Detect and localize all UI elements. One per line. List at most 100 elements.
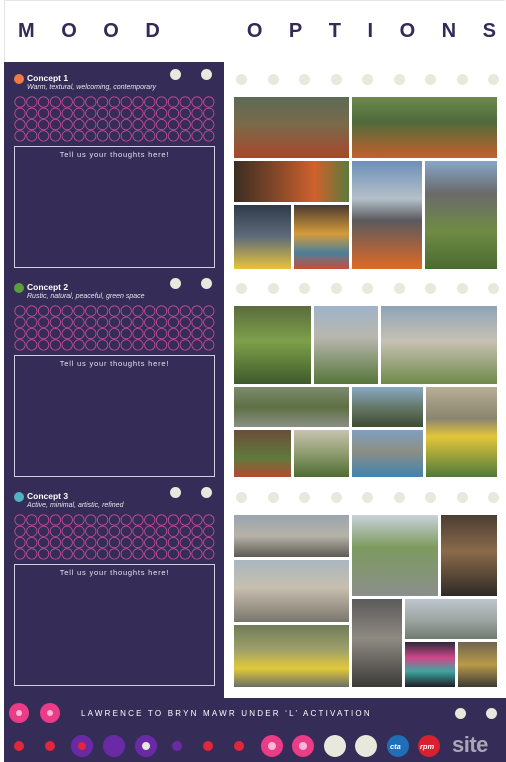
sticker-circle[interactable]: [108, 537, 121, 549]
sticker-circle[interactable]: [26, 537, 38, 549]
sticker-circle[interactable]: [144, 305, 156, 317]
sticker-circle[interactable]: [49, 548, 62, 560]
sticker-circle[interactable]: [97, 339, 109, 351]
sticker-circle[interactable]: [73, 328, 85, 340]
sticker-circle[interactable]: [179, 548, 191, 560]
sticker-circle[interactable]: [108, 119, 121, 131]
sticker-circle[interactable]: [26, 119, 38, 131]
sticker-circle[interactable]: [156, 130, 168, 142]
sticker-circle[interactable]: [14, 130, 26, 142]
sticker-circle[interactable]: [97, 96, 109, 108]
sticker-circle[interactable]: [26, 548, 38, 560]
sticker-circle[interactable]: [73, 316, 85, 328]
sticker-circle[interactable]: [167, 328, 179, 340]
sticker-circle[interactable]: [144, 96, 156, 108]
sticker-circle[interactable]: [14, 107, 26, 119]
sticker-circle[interactable]: [49, 316, 62, 328]
sticker-circle[interactable]: [14, 339, 26, 351]
sticker-circle[interactable]: [97, 525, 109, 537]
sticker-circle[interactable]: [108, 328, 121, 340]
sticker-circle[interactable]: [61, 130, 73, 142]
sticker-circle[interactable]: [156, 339, 168, 351]
sticker-circle[interactable]: [191, 96, 203, 108]
sticker-circle[interactable]: [179, 96, 191, 108]
sticker-circle[interactable]: [132, 305, 144, 317]
sticker-circle[interactable]: [38, 328, 50, 340]
sticker-circle[interactable]: [26, 339, 38, 351]
sticker-circle[interactable]: [38, 316, 50, 328]
sticker-circle[interactable]: [156, 96, 168, 108]
sticker-circle[interactable]: [73, 339, 85, 351]
sticker-circle[interactable]: [179, 514, 191, 526]
sticker-circle[interactable]: [120, 130, 132, 142]
sticker-circle[interactable]: [108, 107, 121, 119]
sticker-circle[interactable]: [38, 107, 50, 119]
sticker-circle[interactable]: [14, 316, 26, 328]
sticker-circle[interactable]: [14, 328, 26, 340]
sticker-circle[interactable]: [73, 107, 85, 119]
sticker-circle[interactable]: [120, 328, 132, 340]
sticker-circle[interactable]: [144, 537, 156, 549]
sticker-circle[interactable]: [38, 514, 50, 526]
sticker-circle[interactable]: [108, 339, 121, 351]
sticker-circle[interactable]: [167, 514, 179, 526]
sticker-circle[interactable]: [49, 525, 62, 537]
sticker-circle[interactable]: [26, 525, 38, 537]
sticker-circle[interactable]: [156, 514, 168, 526]
sticker-circle[interactable]: [97, 119, 109, 131]
sticker-circle[interactable]: [203, 514, 215, 526]
sticker-circle[interactable]: [73, 548, 85, 560]
sticker-circle[interactable]: [191, 525, 203, 537]
sticker-circle[interactable]: [167, 130, 179, 142]
sticker-circle[interactable]: [132, 130, 144, 142]
sticker-circle[interactable]: [191, 548, 203, 560]
sticker-circle[interactable]: [191, 316, 203, 328]
sticker-circle[interactable]: [85, 130, 97, 142]
sticker-circle[interactable]: [38, 305, 50, 317]
sticker-circle[interactable]: [61, 107, 73, 119]
sticker-circle[interactable]: [73, 96, 85, 108]
sticker-circle[interactable]: [120, 525, 132, 537]
sticker-circle[interactable]: [203, 316, 215, 328]
sticker-circle[interactable]: [61, 548, 73, 560]
sticker-dot-grid[interactable]: [14, 514, 219, 560]
sticker-circle[interactable]: [144, 107, 156, 119]
sticker-circle[interactable]: [156, 537, 168, 549]
sticker-circle[interactable]: [38, 96, 50, 108]
sticker-circle[interactable]: [61, 316, 73, 328]
sticker-circle[interactable]: [49, 130, 62, 142]
sticker-circle[interactable]: [156, 107, 168, 119]
sticker-circle[interactable]: [61, 119, 73, 131]
sticker-circle[interactable]: [120, 305, 132, 317]
sticker-circle[interactable]: [14, 537, 26, 549]
sticker-circle[interactable]: [108, 548, 121, 560]
comment-box[interactable]: Tell us your thoughts here!: [14, 146, 215, 268]
sticker-circle[interactable]: [167, 537, 179, 549]
sticker-circle[interactable]: [97, 328, 109, 340]
sticker-circle[interactable]: [156, 119, 168, 131]
sticker-circle[interactable]: [61, 537, 73, 549]
sticker-circle[interactable]: [73, 537, 85, 549]
sticker-circle[interactable]: [167, 548, 179, 560]
sticker-circle[interactable]: [167, 339, 179, 351]
sticker-circle[interactable]: [132, 537, 144, 549]
sticker-circle[interactable]: [156, 305, 168, 317]
sticker-circle[interactable]: [14, 96, 26, 108]
sticker-circle[interactable]: [97, 316, 109, 328]
sticker-circle[interactable]: [26, 130, 38, 142]
sticker-circle[interactable]: [38, 119, 50, 131]
sticker-circle[interactable]: [156, 316, 168, 328]
sticker-circle[interactable]: [179, 525, 191, 537]
sticker-circle[interactable]: [120, 119, 132, 131]
sticker-circle[interactable]: [144, 339, 156, 351]
sticker-circle[interactable]: [49, 537, 62, 549]
sticker-circle[interactable]: [179, 130, 191, 142]
comment-box[interactable]: Tell us your thoughts here!: [14, 355, 215, 477]
sticker-circle[interactable]: [203, 130, 215, 142]
sticker-circle[interactable]: [38, 525, 50, 537]
sticker-circle[interactable]: [38, 130, 50, 142]
sticker-circle[interactable]: [73, 305, 85, 317]
sticker-circle[interactable]: [85, 316, 97, 328]
sticker-circle[interactable]: [179, 537, 191, 549]
sticker-circle[interactable]: [61, 339, 73, 351]
